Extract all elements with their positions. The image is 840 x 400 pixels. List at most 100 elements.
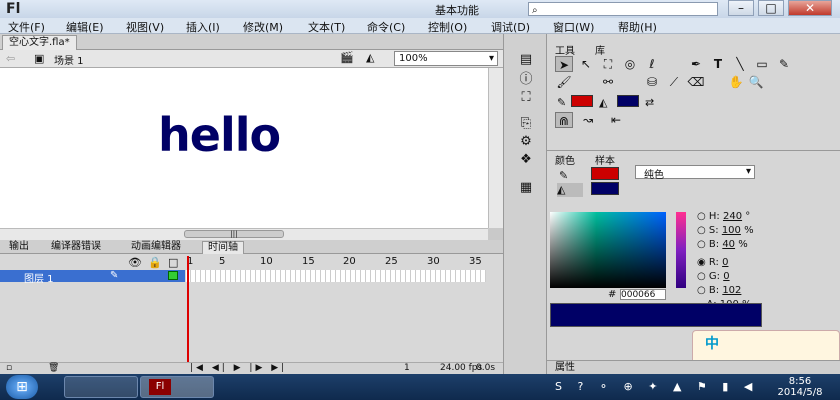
align-icon[interactable]: ▤ — [517, 52, 535, 68]
vertical-scrollbar[interactable] — [488, 68, 503, 228]
tab-tools[interactable]: 工具 — [555, 42, 575, 57]
fill-type-select[interactable]: 纯色 ▾ — [635, 165, 755, 181]
pen-tool-icon[interactable]: ✒ — [687, 56, 705, 72]
color-picker-field[interactable] — [550, 212, 666, 288]
eye-icon[interactable]: 👁 — [128, 256, 142, 269]
taskbar-flash[interactable]: Fl — [140, 376, 214, 398]
tab-compiler-errors[interactable]: 编译器错误 — [46, 241, 106, 254]
free-transform-icon[interactable]: ⛶ — [599, 56, 617, 72]
pencil-tool-icon[interactable]: ✎ — [775, 56, 793, 72]
eraser-icon[interactable]: ⌫ — [687, 74, 705, 90]
system-clock[interactable]: 8:56 2014/5/8 — [770, 376, 830, 398]
stroke-swatch[interactable] — [591, 167, 619, 180]
fill-color-swatch[interactable] — [617, 95, 639, 107]
menu-view[interactable]: 视图(V) — [126, 19, 164, 35]
hue-value[interactable]: 240 — [723, 211, 742, 222]
taskbar-explorer[interactable] — [64, 376, 138, 398]
menu-help[interactable]: 帮助(H) — [618, 19, 657, 35]
menu-edit[interactable]: 编辑(E) — [66, 19, 104, 35]
new-layer-icon[interactable]: ▫ — [6, 363, 12, 373]
green-row[interactable]: ○ G: 0 — [697, 270, 754, 284]
sat-row[interactable]: ○ S: 100 % — [697, 224, 754, 238]
info-icon[interactable]: ⓘ — [517, 72, 535, 88]
smooth-icon[interactable]: ↝ — [579, 112, 597, 128]
text-tool-icon[interactable]: T — [709, 56, 727, 72]
menu-window[interactable]: 窗口(W) — [553, 19, 594, 35]
blue-row[interactable]: ○ B: 102 — [697, 284, 754, 298]
scene-label: 场景 1 — [54, 56, 84, 67]
bright-value[interactable]: 40 — [722, 239, 735, 250]
code-snippets-icon[interactable]: ⎘ — [517, 116, 535, 132]
menu-file[interactable]: 文件(F) — [8, 19, 45, 35]
blue-value[interactable]: 102 — [722, 285, 741, 296]
lock-icon[interactable]: 🔒 — [148, 256, 162, 269]
sat-value[interactable]: 100 — [722, 225, 741, 236]
zoom-tool-icon[interactable]: 🔍 — [747, 74, 765, 90]
tab-swatches[interactable]: 样本 — [595, 152, 615, 167]
fill-swatch[interactable] — [591, 182, 619, 195]
transform-icon[interactable]: ⛶ — [517, 90, 535, 106]
snap-magnet-icon[interactable]: ⋒ — [555, 112, 573, 128]
scroll-thumb[interactable]: ||| — [184, 230, 284, 238]
layer-color-swatch[interactable] — [168, 271, 178, 280]
layer-name[interactable]: 图层 1 — [24, 270, 54, 285]
start-button[interactable]: ⊞ — [6, 375, 38, 399]
hue-slider[interactable] — [676, 212, 686, 288]
edit-symbol-icon[interactable]: ◭ — [366, 51, 374, 64]
outline-icon[interactable]: □ — [168, 256, 178, 269]
frame-ruler[interactable]: 1 5 10 15 20 25 30 35 — [186, 256, 486, 269]
straighten-icon[interactable]: ⇤ — [607, 112, 625, 128]
rectangle-tool-icon[interactable]: ▭ — [753, 56, 771, 72]
hand-tool-icon[interactable]: ✋ — [727, 74, 745, 90]
tab-color[interactable]: 颜色 — [555, 152, 575, 167]
tab-motion-editor[interactable]: 动画编辑器 — [126, 241, 186, 254]
stroke-color-swatch[interactable] — [571, 95, 593, 107]
lasso-icon[interactable]: ℓ — [643, 56, 661, 72]
bright-row[interactable]: ○ B: 40 % — [697, 238, 754, 252]
swap-colors-icon[interactable]: ⇄ — [645, 96, 654, 109]
menu-modify[interactable]: 修改(M) — [243, 19, 283, 35]
hex-input[interactable]: 000066 — [620, 289, 666, 300]
frame-cells[interactable] — [186, 270, 486, 282]
tab-timeline[interactable]: 时间轴 — [202, 241, 244, 254]
close-button[interactable]: ✕ — [788, 0, 832, 16]
menu-text[interactable]: 文本(T) — [308, 19, 345, 35]
edit-scene-icon[interactable]: 🎬 — [340, 51, 354, 64]
restore-button[interactable]: □ — [758, 0, 784, 16]
menu-debug[interactable]: 调试(D) — [491, 19, 530, 35]
workspace-switcher[interactable]: 基本功能 — [435, 2, 525, 17]
brush-tool-icon[interactable]: 🖌 — [555, 74, 573, 90]
subselect-tool-icon[interactable]: ↖ — [577, 56, 595, 72]
red-row[interactable]: ◉ R: 0 — [697, 256, 754, 270]
components-icon[interactable]: ⚙ — [517, 134, 535, 150]
menu-control[interactable]: 控制(O) — [428, 19, 467, 35]
stage-text[interactable]: hello — [158, 108, 281, 162]
document-tab[interactable]: 空心文字.fla* — [2, 35, 77, 50]
delete-layer-icon[interactable]: 🗑 — [48, 363, 59, 373]
properties-bar[interactable]: 属性 — [547, 360, 840, 374]
back-arrow-icon[interactable]: ⇦ — [6, 52, 15, 65]
eyedropper-icon[interactable]: ⟋ — [665, 74, 683, 90]
green-value[interactable]: 0 — [723, 271, 729, 282]
tray-icons[interactable]: S ? ⚬ ⊕ ✦ ▲ ⚑ ▮ ◀ — [555, 380, 758, 393]
paint-bucket-icon[interactable]: ⛁ — [643, 74, 661, 90]
ime-mode-label[interactable]: 中 — [705, 333, 719, 353]
menu-commands[interactable]: 命令(C) — [367, 19, 405, 35]
menu-insert[interactable]: 插入(I) — [186, 19, 220, 35]
zoom-select[interactable]: 100% ▾ — [394, 51, 498, 66]
tab-library[interactable]: 库 — [595, 42, 605, 57]
red-value[interactable]: 0 — [722, 257, 728, 268]
playback-controls[interactable]: |◀ ◀| ▶ |▶ ▶| — [190, 363, 287, 373]
playhead[interactable] — [187, 256, 189, 374]
minimize-button[interactable]: – — [728, 0, 754, 16]
tab-output[interactable]: 输出 — [4, 241, 34, 254]
line-tool-icon[interactable]: ╲ — [731, 56, 749, 72]
motion-presets-icon[interactable]: ❖ — [517, 152, 535, 168]
layer-row[interactable]: 图层 1 ✎ — [0, 270, 185, 285]
search-input[interactable]: ⌕ — [528, 2, 718, 16]
swatch-icon[interactable]: ▦ — [517, 180, 535, 196]
hue-row[interactable]: ○ H: 240 ° — [697, 210, 754, 224]
selection-tool-icon[interactable]: ➤ — [555, 56, 573, 72]
bone-tool-icon[interactable]: ⚯ — [599, 74, 617, 90]
3d-rotation-icon[interactable]: ◎ — [621, 56, 639, 72]
